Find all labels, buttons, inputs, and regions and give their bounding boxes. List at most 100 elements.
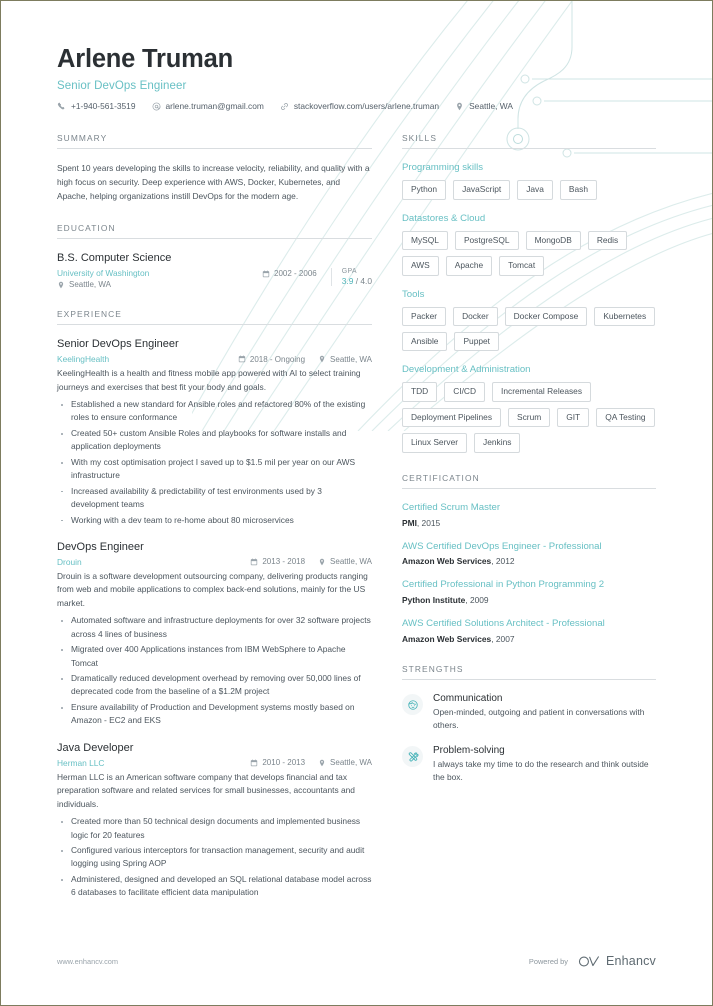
skill-chip-list: Python JavaScript Java Bash — [402, 180, 656, 200]
skill-chip[interactable]: Deployment Pipelines — [402, 407, 502, 428]
contact-link[interactable]: stackoverflow.com/users/arlene.truman — [280, 101, 439, 111]
person-face-icon — [402, 694, 423, 716]
candidate-name: Arlene Truman — [57, 45, 233, 73]
footer-powered-by-label: Powered by — [528, 956, 568, 966]
skill-group: Development & Administration TDD CI/CD I… — [402, 364, 656, 453]
footer-url[interactable]: www.enhancv.com — [57, 957, 118, 966]
skill-chip[interactable]: Docker Compose — [504, 306, 588, 326]
contact-list: +1-940-561-3519 arlene.truman@gmail.com … — [57, 101, 656, 111]
experience-description: KeelingHealth is a health and fitness mo… — [57, 368, 361, 392]
skill-chip[interactable]: Apache — [445, 256, 493, 276]
skill-chip[interactable]: Packer — [402, 306, 447, 326]
skill-chip[interactable]: Bash — [559, 180, 597, 200]
certification-name[interactable]: Certified Scrum Master — [402, 502, 656, 515]
experience-entry: Java Developer Herman LLC 2010 - 2013 Se… — [57, 742, 372, 900]
skill-chip[interactable]: Scrum — [508, 407, 551, 428]
section-experience: EXPERIENCE Senior DevOps Engineer Keelin… — [57, 309, 372, 900]
summary-section-title: SUMMARY — [57, 133, 372, 150]
page-footer: www.enhancv.com Powered by Enhancv — [57, 954, 656, 968]
experience-location-text: Seattle, WA — [330, 354, 372, 364]
experience-company[interactable]: Herman LLC — [57, 758, 104, 768]
skill-chip[interactable]: Java — [517, 180, 553, 200]
experience-dates-text: 2018 - Ongoing — [249, 354, 306, 364]
strength-name: Problem-solving — [433, 745, 505, 757]
skill-group: Tools Packer Docker Docker Compose Kuber… — [402, 289, 656, 352]
enhancv-brand[interactable]: Enhancv — [578, 954, 656, 968]
skill-chip[interactable]: Incremental Releases — [492, 382, 592, 402]
email-icon — [152, 102, 161, 111]
experience-entry: DevOps Engineer Drouin 2013 - 2018 Seatt… — [57, 541, 372, 728]
tools-crossed-icon — [402, 746, 423, 768]
skill-chip[interactable]: MySQL — [402, 230, 448, 251]
skill-chip[interactable]: AWS — [402, 256, 439, 276]
skill-group-title: Tools — [402, 288, 425, 300]
skill-chip[interactable]: Redis — [587, 230, 628, 251]
education-school[interactable]: University of Washington — [57, 268, 149, 278]
section-skills: SKILLS Programming skills Python JavaScr… — [402, 133, 656, 453]
experience-location: Seattle, WA — [318, 758, 372, 767]
skill-chip[interactable]: PostgreSQL — [454, 230, 519, 251]
experience-dates-text: 2010 - 2013 — [262, 758, 306, 768]
experience-dates: 2010 - 2013 — [250, 758, 305, 767]
contact-location[interactable]: Seattle, WA — [455, 101, 513, 111]
skill-chip[interactable]: Docker — [453, 306, 498, 326]
skill-chip[interactable]: Kubernetes — [594, 306, 656, 326]
certification-issuer: Amazon Web Services — [402, 634, 492, 645]
skill-chip[interactable]: TDD — [402, 382, 438, 402]
certification-year: 2012 — [495, 556, 515, 567]
skill-chip[interactable]: CI/CD — [444, 382, 486, 402]
section-education: EDUCATION B.S. Computer Science Universi… — [57, 223, 372, 289]
skill-chip[interactable]: Ansible — [402, 331, 448, 352]
certification-name[interactable]: AWS Certified DevOps Engineer - Professi… — [402, 541, 656, 554]
skill-chip[interactable]: Python — [402, 180, 447, 200]
bullet-item: Automated software and infrastructure de… — [57, 614, 372, 641]
experience-location: Seattle, WA — [318, 557, 372, 566]
experience-role: Senior DevOps Engineer — [57, 338, 179, 351]
skill-chip[interactable]: JavaScript — [453, 180, 511, 200]
certification-section-title: CERTIFICATION — [402, 473, 656, 489]
contact-email[interactable]: arlene.truman@gmail.com — [152, 101, 264, 111]
skill-chip[interactable]: Jenkins — [474, 433, 521, 453]
skill-chip[interactable]: QA Testing — [596, 407, 655, 428]
strengths-section-title: STRENGTHS — [402, 664, 656, 681]
contact-phone[interactable]: +1-940-561-3519 — [57, 101, 136, 111]
skill-chip[interactable]: Tomcat — [499, 256, 545, 276]
skill-chip[interactable]: MongoDB — [525, 230, 581, 251]
bullet-item: Established a new standard for Ansible r… — [57, 398, 372, 425]
skill-chip[interactable]: Linux Server — [402, 433, 468, 453]
bullet-item: Created 50+ custom Ansible Roles and pla… — [57, 427, 372, 454]
bullet-item: With my cost optimisation project I save… — [57, 456, 372, 483]
experience-role: Java Developer — [57, 741, 134, 754]
certification-item: Certified Professional in Python Program… — [402, 579, 656, 605]
certification-issuer: Amazon Web Services — [402, 556, 492, 567]
experience-location: Seattle, WA — [318, 355, 372, 364]
experience-section-title: EXPERIENCE — [57, 309, 372, 326]
location-pin-icon — [318, 558, 326, 566]
skill-group: Datastores & Cloud MySQL PostgreSQL Mong… — [402, 213, 656, 276]
gpa-scale: / 4.0 — [355, 276, 372, 287]
certification-issuer-row: Python Institute, 2009 — [402, 595, 489, 606]
calendar-icon — [262, 270, 270, 278]
section-summary: SUMMARY Spent 10 years developing the sk… — [57, 133, 372, 203]
skill-chip-list: Packer Docker Docker Compose Kubernetes … — [402, 306, 656, 352]
location-pin-icon — [455, 102, 464, 111]
skill-chip[interactable]: Puppet — [454, 331, 500, 352]
experience-bullets: Automated software and infrastructure de… — [57, 614, 372, 728]
certification-name[interactable]: Certified Professional in Python Program… — [402, 579, 656, 592]
certification-name[interactable]: AWS Certified Solutions Architect - Prof… — [402, 618, 656, 631]
bullet-item: Created more than 50 technical design do… — [57, 815, 372, 842]
experience-dates-text: 2013 - 2018 — [262, 557, 306, 567]
experience-company[interactable]: Drouin — [57, 557, 82, 567]
bullet-item: Increased availability & predictability … — [57, 485, 372, 512]
skill-group-title: Programming skills — [402, 162, 484, 174]
experience-role: DevOps Engineer — [57, 540, 144, 553]
certification-issuer-row: PMI, 2015 — [402, 517, 441, 528]
experience-company[interactable]: KeelingHealth — [57, 354, 109, 364]
candidate-role: Senior DevOps Engineer — [57, 80, 187, 93]
skill-chip-list: MySQL PostgreSQL MongoDB Redis AWS Apach… — [402, 230, 656, 276]
gpa-block: GPA 3.9 / 4.0 — [330, 268, 372, 287]
skills-section-title: SKILLS — [402, 133, 656, 150]
calendar-icon — [250, 558, 258, 566]
education-degree: B.S. Computer Science — [57, 252, 172, 265]
skill-chip[interactable]: GIT — [557, 407, 590, 428]
